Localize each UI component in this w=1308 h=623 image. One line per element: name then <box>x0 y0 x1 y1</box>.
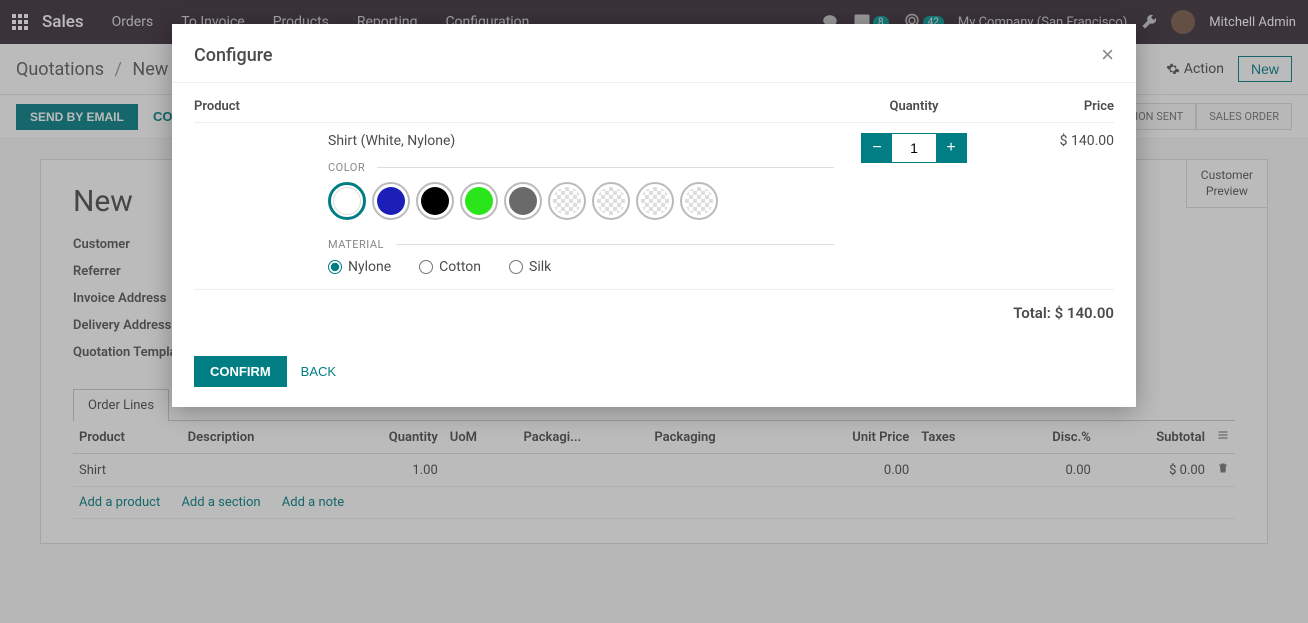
attr-label-color: COLOR <box>328 161 834 174</box>
total-row: Total: $ 140.00 <box>194 290 1114 330</box>
color-swatch-pattern4[interactable] <box>680 182 718 220</box>
product-name: Shirt (White, Nylone) <box>328 133 834 149</box>
qty-minus-button[interactable]: − <box>862 134 892 162</box>
color-swatch-green[interactable] <box>460 182 498 220</box>
qty-input[interactable] <box>892 134 936 162</box>
modal-overlay: Configure × Product Quantity Price Shirt… <box>0 0 1308 623</box>
color-swatch-pattern1[interactable] <box>548 182 586 220</box>
modal-confirm-button[interactable]: CONFIRM <box>194 356 287 387</box>
material-option-cotton[interactable]: Cotton <box>419 259 481 275</box>
modal-title: Configure <box>194 45 273 66</box>
material-radios: Nylone Cotton Silk <box>328 259 834 275</box>
color-swatches <box>328 182 834 220</box>
col-header-quantity: Quantity <box>834 99 994 114</box>
color-swatch-pattern3[interactable] <box>636 182 674 220</box>
color-swatch-blue[interactable] <box>372 182 410 220</box>
col-header-price: Price <box>994 99 1114 114</box>
color-swatch-pattern2[interactable] <box>592 182 630 220</box>
color-swatch-white[interactable] <box>328 182 366 220</box>
close-icon[interactable]: × <box>1101 42 1114 68</box>
line-price: $ 140.00 <box>994 133 1114 275</box>
modal-back-button[interactable]: BACK <box>301 364 336 379</box>
material-option-nylone[interactable]: Nylone <box>328 259 391 275</box>
material-option-silk[interactable]: Silk <box>509 259 551 275</box>
color-swatch-grey[interactable] <box>504 182 542 220</box>
attr-label-material: MATERIAL <box>328 238 834 251</box>
quantity-stepper: − + <box>861 133 967 163</box>
qty-plus-button[interactable]: + <box>936 134 966 162</box>
color-swatch-black[interactable] <box>416 182 454 220</box>
col-header-product: Product <box>194 99 834 114</box>
configure-modal: Configure × Product Quantity Price Shirt… <box>172 24 1136 407</box>
